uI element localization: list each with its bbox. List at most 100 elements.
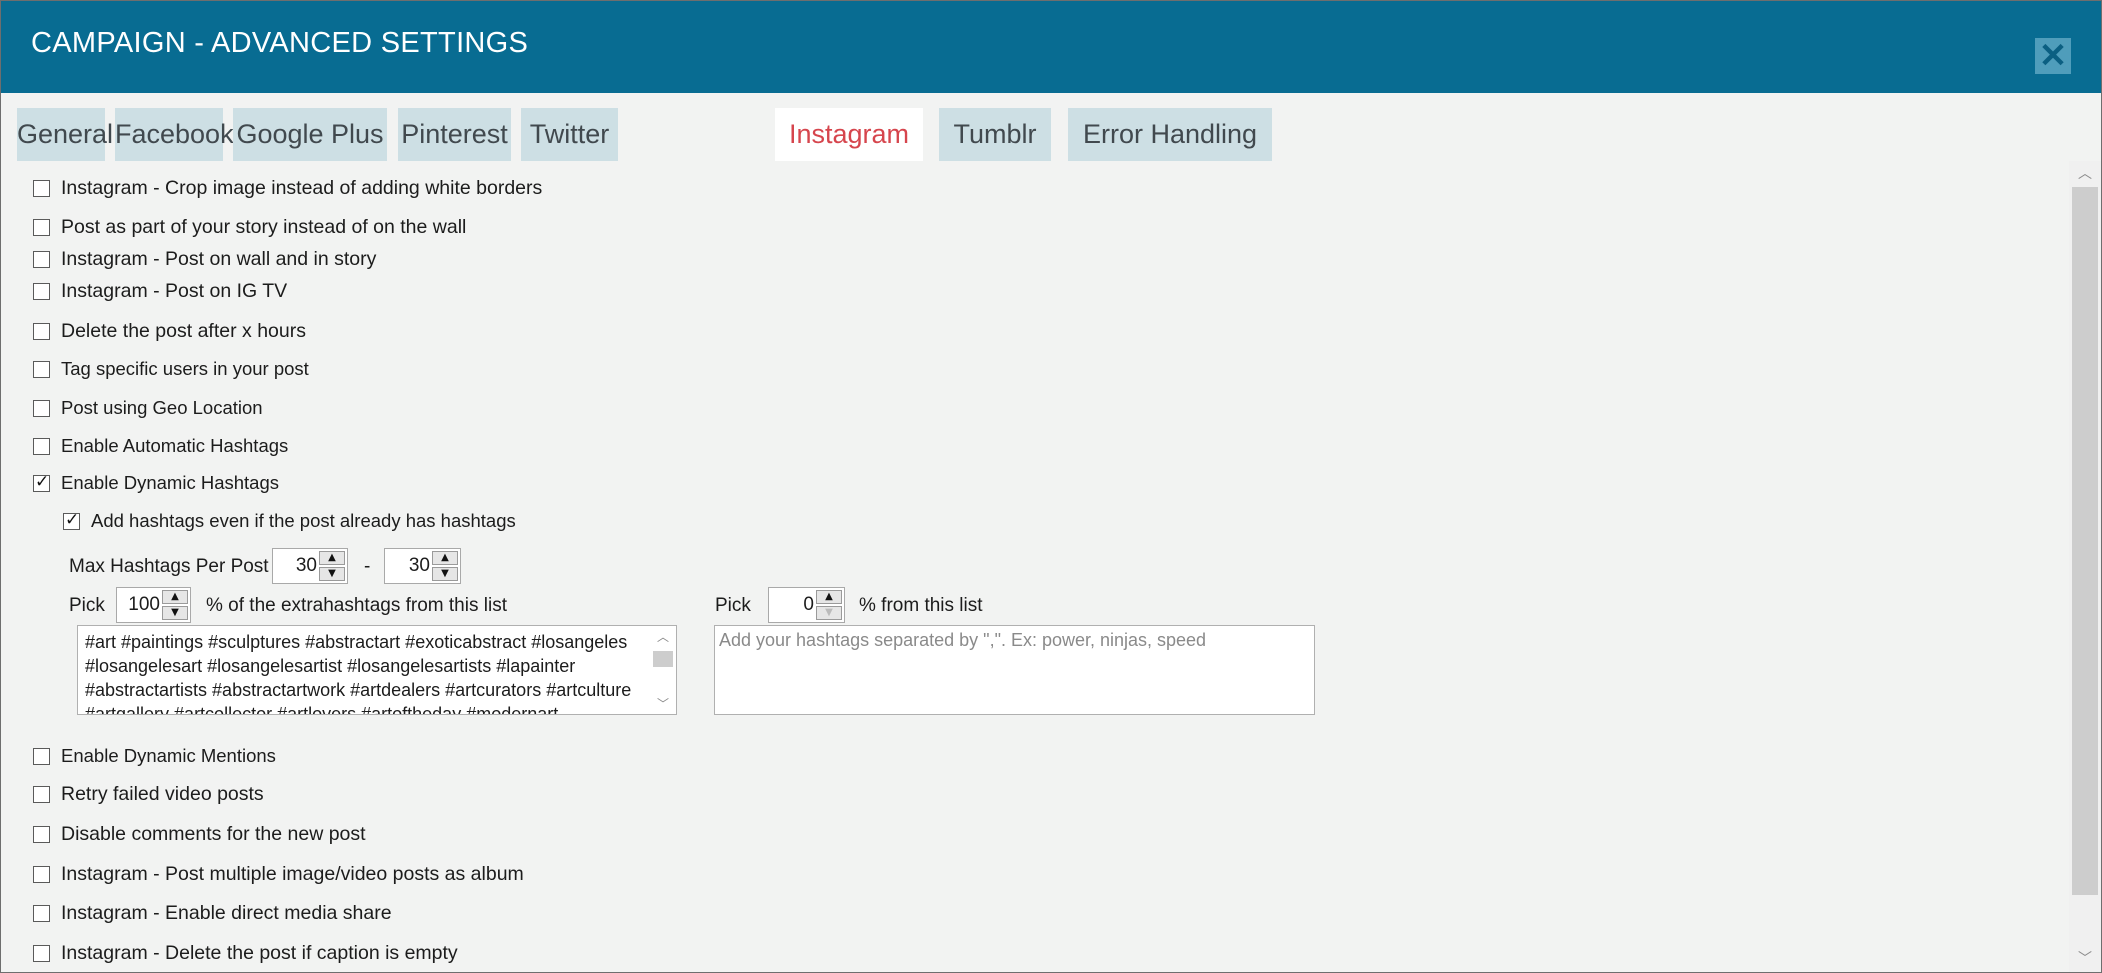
pick-custom-value: 0 xyxy=(803,594,814,615)
scroll-down-icon[interactable]: ﹀ xyxy=(650,695,676,712)
option-delete-empty-caption[interactable]: Instagram - Delete the post if caption i… xyxy=(33,938,458,968)
disable-comments-checkbox[interactable] xyxy=(33,825,50,843)
spin-down-icon[interactable]: ▼ xyxy=(432,567,458,581)
direct-share-label: Instagram - Enable direct media share xyxy=(61,901,392,924)
extra-hashtags-line: #abstractartists #abstractartwork #artde… xyxy=(85,680,632,700)
tab-facebook[interactable]: Facebook xyxy=(115,108,234,161)
option-direct-share[interactable]: Instagram - Enable direct media share xyxy=(33,898,392,928)
spin-down-icon[interactable]: ▼ xyxy=(162,606,188,620)
option-retry-video[interactable]: Retry failed video posts xyxy=(33,779,264,809)
tab-google-plus[interactable]: Google Plus xyxy=(233,108,387,161)
pick-extra-label: Pick xyxy=(69,595,105,616)
advanced-settings-window: CAMPAIGN - ADVANCED SETTINGS ✕ General F… xyxy=(0,0,2102,973)
extra-hashtags-textarea[interactable]: #art #paintings #sculptures #abstractart… xyxy=(77,625,677,715)
title-bar: CAMPAIGN - ADVANCED SETTINGS ✕ xyxy=(1,1,2101,93)
dynamic-mentions-checkbox[interactable] xyxy=(33,747,50,765)
tab-general[interactable]: General xyxy=(17,108,113,161)
tab-pinterest[interactable]: Pinterest xyxy=(398,108,511,161)
geo-location-label: Post using Geo Location xyxy=(61,397,263,418)
window-title: CAMPAIGN - ADVANCED SETTINGS xyxy=(31,27,529,59)
scroll-thumb[interactable] xyxy=(653,651,673,667)
pick-custom-suffix: % from this list xyxy=(859,595,983,616)
disable-comments-label: Disable comments for the new post xyxy=(61,822,366,845)
option-add-hashtags-existing[interactable]: Add hashtags even if the post already ha… xyxy=(63,506,516,536)
wall-and-story-label: Instagram - Post on wall and in story xyxy=(61,247,377,270)
add-hashtags-existing-checkbox[interactable] xyxy=(63,510,80,530)
max-hashtags-max-value: 30 xyxy=(408,555,430,576)
album-label: Instagram - Post multiple image/video po… xyxy=(61,862,524,885)
option-geo-location[interactable]: Post using Geo Location xyxy=(33,393,263,423)
spin-down-icon[interactable]: ▼ xyxy=(816,606,842,620)
add-hashtags-existing-label: Add hashtags even if the post already ha… xyxy=(91,510,516,531)
extra-hashtags-line: #artgallery #artcollector #artlovers #ar… xyxy=(85,704,559,715)
option-crop-image[interactable]: Instagram - Crop image instead of adding… xyxy=(33,173,542,203)
dynamic-mentions-label: Enable Dynamic Mentions xyxy=(61,745,276,766)
scroll-up-icon[interactable]: ︿ xyxy=(2069,163,2101,183)
close-button[interactable]: ✕ xyxy=(2035,38,2071,74)
direct-share-checkbox[interactable] xyxy=(33,904,50,922)
option-disable-comments[interactable]: Disable comments for the new post xyxy=(33,819,366,849)
spin-up-icon[interactable]: ▲ xyxy=(432,551,458,565)
auto-hashtags-label: Enable Automatic Hashtags xyxy=(61,435,289,456)
max-hashtags-min-stepper[interactable]: 30 ▲ ▼ xyxy=(272,548,348,584)
delete-after-checkbox[interactable] xyxy=(33,322,50,340)
option-tag-users[interactable]: Tag specific users in your post xyxy=(33,354,309,384)
crop-image-label: Instagram - Crop image instead of adding… xyxy=(61,176,543,199)
album-checkbox[interactable] xyxy=(33,865,50,883)
custom-hashtags-textarea[interactable]: Add your hashtags separated by ",". Ex: … xyxy=(714,625,1315,715)
pick-extra-stepper[interactable]: 100 ▲ ▼ xyxy=(116,587,191,623)
dynamic-hashtags-checkbox[interactable] xyxy=(33,472,50,492)
option-album[interactable]: Instagram - Post multiple image/video po… xyxy=(33,859,524,889)
retry-video-checkbox[interactable] xyxy=(33,785,50,803)
pick-custom-stepper[interactable]: 0 ▲ ▼ xyxy=(768,587,845,623)
option-dynamic-mentions[interactable]: Enable Dynamic Mentions xyxy=(33,741,276,771)
spin-down-icon[interactable]: ▼ xyxy=(319,567,345,581)
tag-users-label: Tag specific users in your post xyxy=(61,358,309,379)
panel-scrollbar[interactable]: ︿ ﹀ xyxy=(2069,161,2101,972)
extra-hashtags-scrollbar[interactable]: ︿ ﹀ xyxy=(650,626,676,714)
tab-tumblr[interactable]: Tumblr xyxy=(939,108,1051,161)
auto-hashtags-checkbox[interactable] xyxy=(33,437,50,455)
option-dynamic-hashtags[interactable]: Enable Dynamic Hashtags xyxy=(33,468,279,498)
wall-and-story-checkbox[interactable] xyxy=(33,250,50,268)
delete-after-label: Delete the post after x hours xyxy=(61,319,306,342)
max-hashtags-max-stepper[interactable]: 30 ▲ ▼ xyxy=(384,548,461,584)
tab-twitter[interactable]: Twitter xyxy=(521,108,618,161)
option-wall-and-story[interactable]: Instagram - Post on wall and in story xyxy=(33,244,376,274)
max-hashtags-min-value: 30 xyxy=(295,555,317,576)
range-separator: - xyxy=(364,556,371,577)
delete-empty-caption-checkbox[interactable] xyxy=(33,944,50,962)
crop-image-checkbox[interactable] xyxy=(33,179,50,197)
tag-users-checkbox[interactable] xyxy=(33,360,50,378)
delete-empty-caption-label: Instagram - Delete the post if caption i… xyxy=(61,941,458,964)
option-auto-hashtags[interactable]: Enable Automatic Hashtags xyxy=(33,431,288,461)
scroll-up-icon[interactable]: ︿ xyxy=(650,628,676,645)
dynamic-hashtags-label: Enable Dynamic Hashtags xyxy=(61,472,279,493)
geo-location-checkbox[interactable] xyxy=(33,399,50,417)
scroll-thumb[interactable] xyxy=(2072,187,2098,895)
retry-video-label: Retry failed video posts xyxy=(61,782,264,805)
tab-instagram[interactable]: Instagram xyxy=(775,108,923,161)
pick-custom-label: Pick xyxy=(715,595,751,616)
option-ig-tv[interactable]: Instagram - Post on IG TV xyxy=(33,276,287,306)
option-story-instead[interactable]: Post as part of your story instead of on… xyxy=(33,212,466,242)
ig-tv-checkbox[interactable] xyxy=(33,282,50,300)
instagram-settings-panel: Instagram - Crop image instead of adding… xyxy=(1,161,2069,972)
pick-extra-value: 100 xyxy=(128,594,160,615)
story-instead-checkbox[interactable] xyxy=(33,218,50,236)
ig-tv-label: Instagram - Post on IG TV xyxy=(61,279,288,302)
spin-up-icon[interactable]: ▲ xyxy=(816,590,842,604)
custom-hashtags-placeholder: Add your hashtags separated by ",". Ex: … xyxy=(719,630,1207,650)
option-delete-after[interactable]: Delete the post after x hours xyxy=(33,316,306,346)
spin-up-icon[interactable]: ▲ xyxy=(162,590,188,604)
tab-error-handling[interactable]: Error Handling xyxy=(1068,108,1272,161)
extra-hashtags-line: #art #paintings #sculptures #abstractart… xyxy=(85,632,628,652)
story-instead-label: Post as part of your story instead of on… xyxy=(61,215,467,238)
max-hashtags-label: Max Hashtags Per Post xyxy=(69,556,269,577)
extra-hashtags-text: #art #paintings #sculptures #abstractart… xyxy=(85,630,665,715)
extra-hashtags-line: #losangelesart #losangelesartist #losang… xyxy=(85,656,576,676)
close-icon: ✕ xyxy=(2038,37,2068,75)
scroll-down-icon[interactable]: ﹀ xyxy=(2069,948,2101,968)
spin-up-icon[interactable]: ▲ xyxy=(319,551,345,565)
pick-extra-suffix: % of the extrahashtags from this list xyxy=(206,595,507,616)
